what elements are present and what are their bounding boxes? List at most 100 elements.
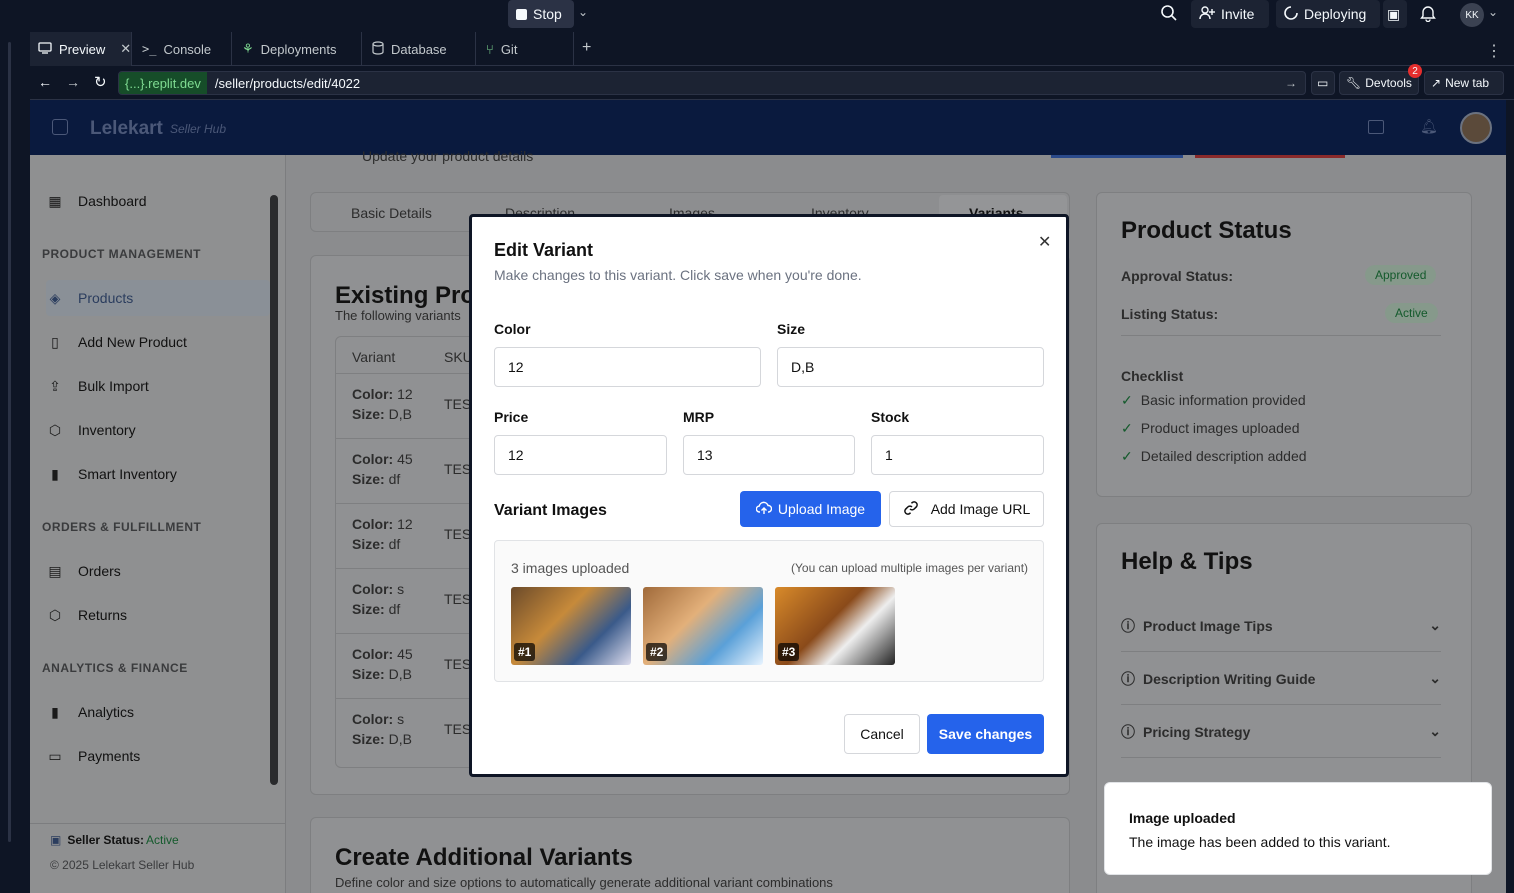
toast-notification: Image uploaded The image has been added … xyxy=(1104,782,1492,875)
color-input[interactable]: 12 xyxy=(494,347,761,387)
help-title: Help & Tips xyxy=(1121,548,1253,575)
close-icon[interactable]: ✕ xyxy=(1038,232,1051,252)
chevron-down-icon[interactable]: ⌄ xyxy=(1488,5,1498,19)
variant-size: Size: D,B xyxy=(352,406,412,422)
search-icon[interactable] xyxy=(1160,4,1178,27)
size-input[interactable]: D,B xyxy=(777,347,1044,387)
avatar[interactable]: KK xyxy=(1460,3,1484,27)
seller-status: ▣ Seller Status: Active xyxy=(50,833,179,847)
add-tab-icon[interactable]: + xyxy=(582,39,591,57)
stop-button[interactable]: Stop xyxy=(508,0,574,28)
save-button[interactable]: Save changes xyxy=(927,714,1044,754)
variant-image-thumbnail[interactable]: #3 xyxy=(775,587,895,665)
ide-tabs: ⋮ Preview ✕ >_ Console ⚘ Deployments Dat… xyxy=(0,32,1514,66)
add-image-url-button[interactable]: Add Image URL xyxy=(889,491,1044,527)
variant-color: Color: 45 xyxy=(352,646,413,662)
forward-icon[interactable]: → xyxy=(66,74,80,90)
monitor-icon xyxy=(38,41,52,57)
variant-image-thumbnail[interactable]: #2 xyxy=(643,587,763,665)
variant-image-thumbnail[interactable]: #1 xyxy=(511,587,631,665)
sidebar: ▦ Dashboard PRODUCT MANAGEMENT ◈ Product… xyxy=(30,155,286,893)
sidebar-item-products[interactable]: ◈ Products xyxy=(46,280,270,316)
variant-sku: TES xyxy=(444,591,472,607)
back-icon[interactable]: ← xyxy=(38,74,52,90)
help-circle-icon: ⓘ xyxy=(1121,723,1135,740)
variant-color: Color: 45 xyxy=(352,451,413,467)
sidebar-item-analytics[interactable]: ▮ Analytics xyxy=(46,694,270,730)
deploying-button[interactable]: Deploying xyxy=(1276,0,1380,28)
tab-git[interactable]: ⑂ Git xyxy=(476,32,574,66)
help-item[interactable]: ⓘ Product Image Tips ⌄ xyxy=(1121,600,1441,652)
help-item[interactable]: ⓘ Pricing Strategy ⌄ xyxy=(1121,706,1441,758)
sidebar-item-add-product[interactable]: ▯ Add New Product xyxy=(46,324,270,360)
chevron-down-icon[interactable]: ⌄ xyxy=(578,5,588,19)
existing-title: Existing Prod xyxy=(335,282,490,309)
bell-icon[interactable] xyxy=(1420,4,1436,27)
checklist-item: ✓ Product images uploaded xyxy=(1121,420,1300,436)
avatar[interactable] xyxy=(1460,112,1492,144)
price-input[interactable]: 12 xyxy=(494,435,667,475)
check-circle-icon: ✓ xyxy=(1121,420,1133,436)
close-icon[interactable]: ✕ xyxy=(120,41,131,57)
sidebar-section-analytics: ANALYTICS & FINANCE xyxy=(42,661,188,675)
device-icon[interactable]: ▭ xyxy=(1311,71,1335,95)
tab-console[interactable]: >_ Console xyxy=(132,32,232,66)
mrp-input[interactable]: 13 xyxy=(683,435,855,475)
more-vertical-icon[interactable]: ⋮ xyxy=(1486,41,1502,61)
url-path: /seller/products/edit/4022 xyxy=(214,75,361,91)
store-icon[interactable] xyxy=(1368,120,1384,134)
cancel-button[interactable]: Cancel xyxy=(844,714,920,754)
tab-preview[interactable]: Preview ✕ xyxy=(28,32,132,66)
devtools-button[interactable]: 🔧︎ Devtools 2 xyxy=(1339,64,1422,95)
tab-database[interactable]: Database xyxy=(362,32,476,66)
variant-sku: TES xyxy=(444,461,472,477)
mrp-label: MRP xyxy=(683,409,715,425)
sidebar-item-smart-inventory[interactable]: ▮ Smart Inventory xyxy=(46,456,270,492)
variant-sku: TES xyxy=(444,656,472,672)
deploy-icon: ⚘ xyxy=(242,41,254,56)
variant-size: Size: df xyxy=(352,536,401,552)
go-icon[interactable]: → xyxy=(1285,76,1297,90)
size-label: Size xyxy=(777,321,806,337)
brand-logo: Lelekart xyxy=(90,118,163,139)
wrench-icon: 🔧︎ xyxy=(1346,76,1362,90)
checklist-item: ✓ Detailed description added xyxy=(1121,448,1307,464)
chevron-down-icon: ⌄ xyxy=(1429,670,1441,686)
bell-icon[interactable]: 🔔︎ xyxy=(1420,118,1438,135)
sidebar-scrollbar[interactable] xyxy=(270,195,278,785)
tab-deployments[interactable]: ⚘ Deployments xyxy=(232,32,362,66)
images-hint: (You can upload multiple images per vari… xyxy=(791,561,1029,575)
package-icon: ⬡ xyxy=(48,421,62,438)
sidebar-item-payments[interactable]: ▭ Payments xyxy=(46,738,270,774)
grid-icon: ▦ xyxy=(48,192,62,209)
invite-button[interactable]: Invite xyxy=(1191,0,1269,28)
sidebar-item-orders[interactable]: ▤ Orders xyxy=(46,553,270,589)
upload-image-button[interactable]: Upload Image xyxy=(740,491,881,527)
brand-sub: Seller Hub xyxy=(170,122,227,136)
database-icon xyxy=(372,40,384,58)
copyright: © 2025 Lelekart Seller Hub xyxy=(50,858,195,872)
sidebar-section-product: PRODUCT MANAGEMENT xyxy=(42,247,201,261)
sidebar-item-returns[interactable]: ⬡ Returns xyxy=(46,597,270,633)
status-title: Product Status xyxy=(1121,217,1292,244)
stock-input[interactable]: 1 xyxy=(871,435,1044,475)
tab-basic-details[interactable]: Basic Details xyxy=(351,205,432,221)
column-header: Variant xyxy=(352,349,396,365)
checklist-item: ✓ Basic information provided xyxy=(1121,392,1306,408)
sidebar-toggle-icon[interactable] xyxy=(52,119,68,135)
refresh-icon[interactable]: ↻ xyxy=(94,73,107,91)
help-circle-icon: ⓘ xyxy=(1121,617,1135,634)
sidebar-item-bulk-import[interactable]: ⇪ Bulk Import xyxy=(46,368,270,404)
sidebar-item-dashboard[interactable]: ▦ Dashboard xyxy=(46,183,270,219)
address-field[interactable]: {...}.replit.dev /seller/products/edit/4… xyxy=(118,71,1306,95)
new-tab-button[interactable]: ↗ New tab xyxy=(1424,71,1504,95)
variant-images-title: Variant Images xyxy=(494,502,607,519)
checklist-title: Checklist xyxy=(1121,368,1184,384)
sidebar-item-inventory[interactable]: ⬡ Inventory xyxy=(46,412,270,448)
help-item[interactable]: ⓘ Description Writing Guide ⌄ xyxy=(1121,653,1441,705)
status-badge: Active xyxy=(1385,303,1438,323)
toast-title: Image uploaded xyxy=(1129,810,1236,826)
window-icon[interactable]: ▣ xyxy=(1383,0,1407,28)
variant-sku: TES xyxy=(444,721,472,737)
color-label: Color xyxy=(494,321,531,337)
